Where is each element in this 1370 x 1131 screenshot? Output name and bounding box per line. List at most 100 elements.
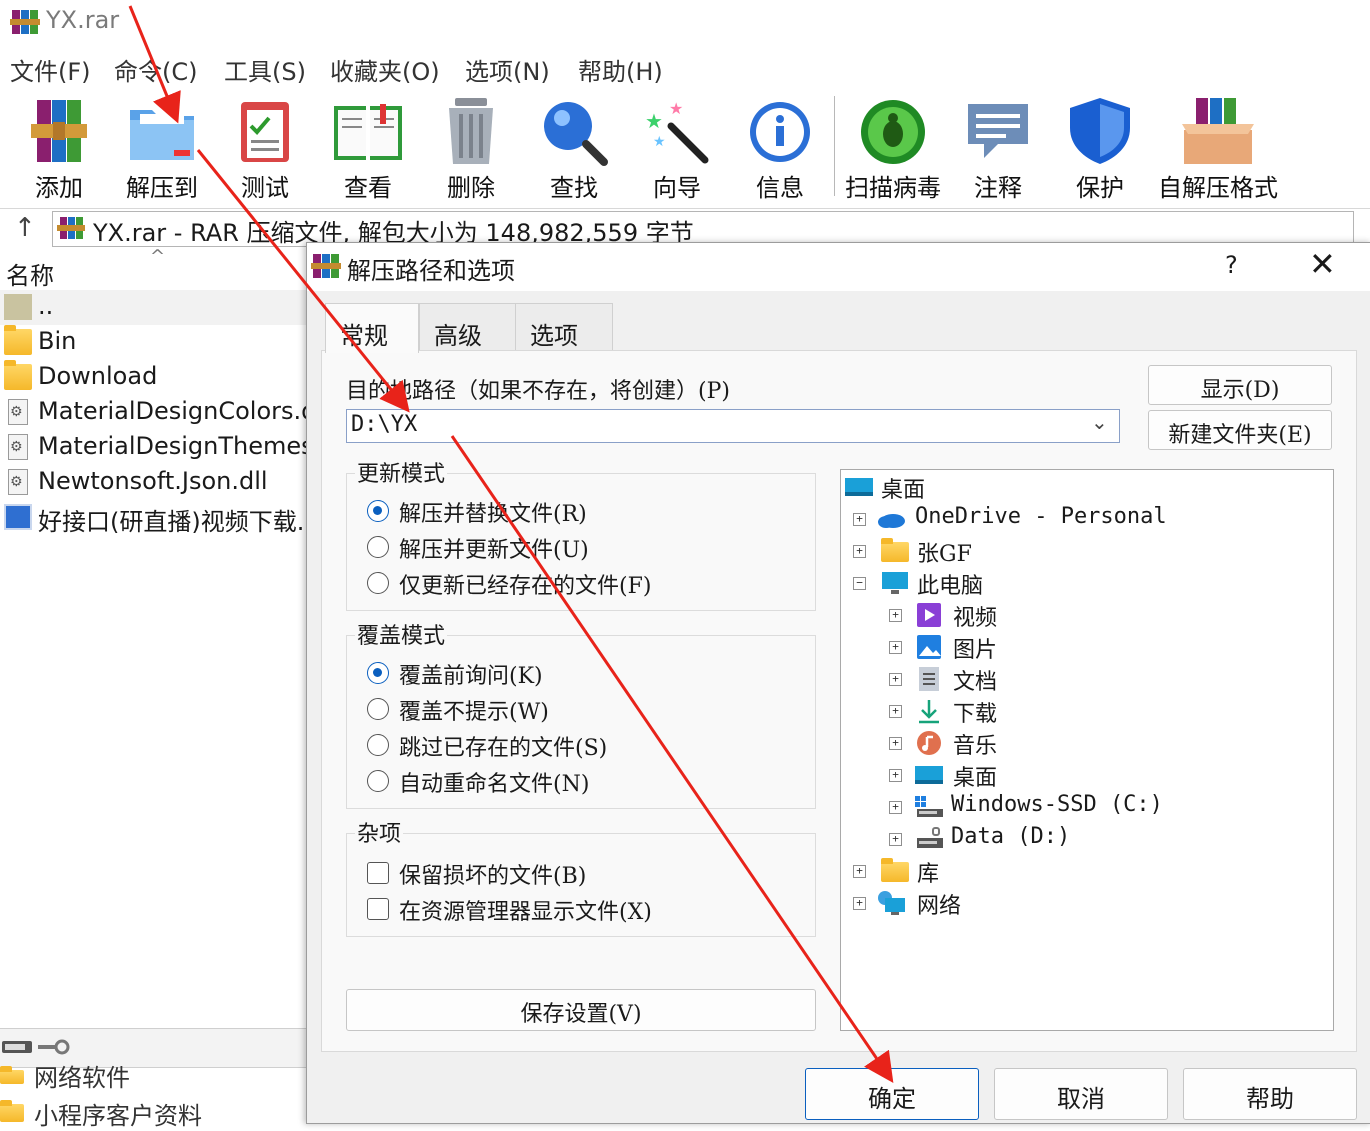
tab-advanced[interactable]: 高级 (419, 303, 517, 351)
checkbox-icon[interactable] (367, 862, 389, 884)
tree-node-label: 文档 (953, 670, 998, 695)
ok-button[interactable]: 确定 (805, 1068, 979, 1120)
radio-selected-icon[interactable] (367, 500, 389, 522)
help-button[interactable]: 帮助 (1183, 1068, 1357, 1120)
expand-plus-icon[interactable]: + (853, 513, 866, 526)
file-row[interactable]: MaterialDesignThemes. (0, 430, 310, 465)
add-button[interactable]: 添加 (9, 92, 109, 206)
extract-dialog: 解压路径和选项 ? ✕ 常规 高级 选项 目的地路径（如果不存在，将创建）(P)… (306, 242, 1370, 1124)
expand-plus-icon[interactable]: + (889, 833, 902, 846)
windows-drive-icon (915, 796, 943, 817)
expand-plus-icon[interactable]: + (889, 801, 902, 814)
music-icon (917, 731, 941, 755)
delete-button[interactable]: 删除 (421, 92, 521, 206)
cloud-icon (878, 514, 905, 528)
menu-file[interactable]: 文件(F) (10, 52, 91, 87)
close-icon[interactable]: ✕ (1309, 245, 1336, 283)
overwrite-mode-title: 覆盖模式 (355, 618, 448, 650)
general-tab-panel: 目的地路径（如果不存在，将创建）(P) D:\YX ⌄ 显示(D) 新建文件夹(… (321, 350, 1357, 1052)
expand-plus-icon[interactable]: + (889, 769, 902, 782)
protect-button[interactable]: 保护 (1050, 92, 1150, 206)
test-label: 测试 (241, 174, 289, 202)
up-arrow-icon[interactable]: ↑ (14, 213, 36, 243)
expand-plus-icon[interactable]: + (889, 641, 902, 654)
checkbox-label: 保留损坏的文件(B) (399, 864, 587, 889)
file-name: MaterialDesignThemes. (38, 432, 310, 460)
radio-label: 自动重命名文件(N) (399, 772, 590, 797)
misc-group: 杂项 保留损坏的文件(B) 在资源管理器显示文件(X) (346, 816, 816, 937)
test-button[interactable]: 测试 (215, 92, 315, 206)
file-name: Download (38, 362, 158, 390)
expand-plus-icon[interactable]: + (889, 705, 902, 718)
menu-tools[interactable]: 工具(S) (224, 52, 306, 87)
menu-favorites[interactable]: 收藏夹(O) (330, 52, 440, 87)
toolbar: 添加 解压到 测试 查看 删除 查找 ★ ★ ★ 向导 信息 扫描病毒 注释 保… (0, 92, 1370, 206)
background-folder-label: 网络软件 (34, 1064, 130, 1092)
radio-icon[interactable] (367, 770, 389, 792)
destination-path-combobox[interactable]: D:\YX ⌄ (346, 409, 1120, 443)
comment-button[interactable]: 注释 (948, 92, 1048, 206)
expand-plus-icon[interactable]: + (889, 737, 902, 750)
update-mode-title: 更新模式 (355, 456, 448, 488)
menu-help[interactable]: 帮助(H) (578, 52, 663, 87)
expand-plus-icon[interactable]: + (853, 897, 866, 910)
column-header-name[interactable]: 名称 ^ (0, 246, 310, 290)
radio-selected-icon[interactable] (367, 662, 389, 684)
file-row-parent[interactable]: .. (0, 290, 310, 325)
file-row[interactable]: Download (0, 360, 310, 395)
expand-plus-icon[interactable]: + (889, 609, 902, 622)
view-button[interactable]: 查看 (318, 92, 418, 206)
radio-icon[interactable] (367, 698, 389, 720)
speech-bubble-icon (968, 104, 1028, 158)
download-icon (919, 700, 939, 724)
dll-file-icon (8, 434, 28, 460)
radio-label: 仅更新已经存在的文件(F) (399, 574, 652, 599)
new-folder-button[interactable]: 新建文件夹(E) (1148, 410, 1332, 450)
info-button[interactable]: 信息 (730, 92, 830, 206)
tab-options[interactable]: 选项 (515, 303, 613, 351)
file-row[interactable]: Bin (0, 325, 310, 360)
dll-file-icon (8, 399, 28, 425)
file-name: .. (38, 292, 54, 320)
radio-label: 解压并替换文件(R) (399, 502, 587, 527)
winrar-dialog-icon (311, 254, 341, 278)
comment-label: 注释 (974, 174, 1022, 202)
radio-label: 解压并更新文件(U) (399, 538, 589, 563)
help-question-icon[interactable]: ? (1225, 251, 1238, 279)
parent-folder-icon (4, 294, 32, 320)
protect-label: 保护 (1076, 174, 1124, 202)
tree-node-label: Windows-SSD (C:) (951, 792, 1163, 817)
extract-to-button[interactable]: 解压到 (112, 92, 212, 206)
drive-icon (917, 827, 943, 848)
show-button[interactable]: 显示(D) (1148, 365, 1332, 405)
file-row[interactable]: MaterialDesignColors.dll (0, 395, 310, 430)
cancel-button[interactable]: 取消 (994, 1068, 1168, 1120)
expand-plus-icon[interactable]: + (853, 545, 866, 558)
checkbox-icon[interactable] (367, 898, 389, 920)
radio-icon[interactable] (367, 536, 389, 558)
collapse-minus-icon[interactable]: − (853, 577, 866, 590)
file-row[interactable]: Newtonsoft.Json.dll (0, 465, 310, 500)
scan-virus-button[interactable]: 扫描病毒 (843, 92, 943, 206)
chevron-down-icon[interactable]: ⌄ (1091, 410, 1108, 434)
tab-general[interactable]: 常规 (325, 303, 419, 353)
file-row[interactable]: 好接口(研直播)视频下载... (0, 500, 310, 535)
radio-label: 跳过已存在的文件(S) (399, 736, 608, 761)
folder-tree[interactable]: 桌面 + OneDrive - Personal + 张GF − 此电脑 + 视… (840, 469, 1334, 1031)
radio-icon[interactable] (367, 734, 389, 756)
clipboard-check-icon (241, 102, 289, 162)
svg-text:★: ★ (669, 99, 683, 118)
wizard-button[interactable]: ★ ★ ★ 向导 (627, 92, 727, 206)
info-icon (750, 102, 810, 162)
expand-plus-icon[interactable]: + (889, 673, 902, 686)
tree-node-label: 音乐 (953, 734, 998, 759)
save-settings-button[interactable]: 保存设置(V) (346, 989, 816, 1031)
menu-command[interactable]: 命令(C) (114, 52, 197, 87)
expand-plus-icon[interactable]: + (853, 865, 866, 878)
radio-icon[interactable] (367, 572, 389, 594)
background-folder-list: 网络软件 小程序客户资料 (0, 1064, 310, 1130)
menu-options[interactable]: 选项(N) (465, 52, 550, 87)
find-button[interactable]: 查找 (524, 92, 624, 206)
sfx-button[interactable]: 自解压格式 (1158, 92, 1278, 206)
tree-node-label: Data (D:) (951, 824, 1071, 849)
